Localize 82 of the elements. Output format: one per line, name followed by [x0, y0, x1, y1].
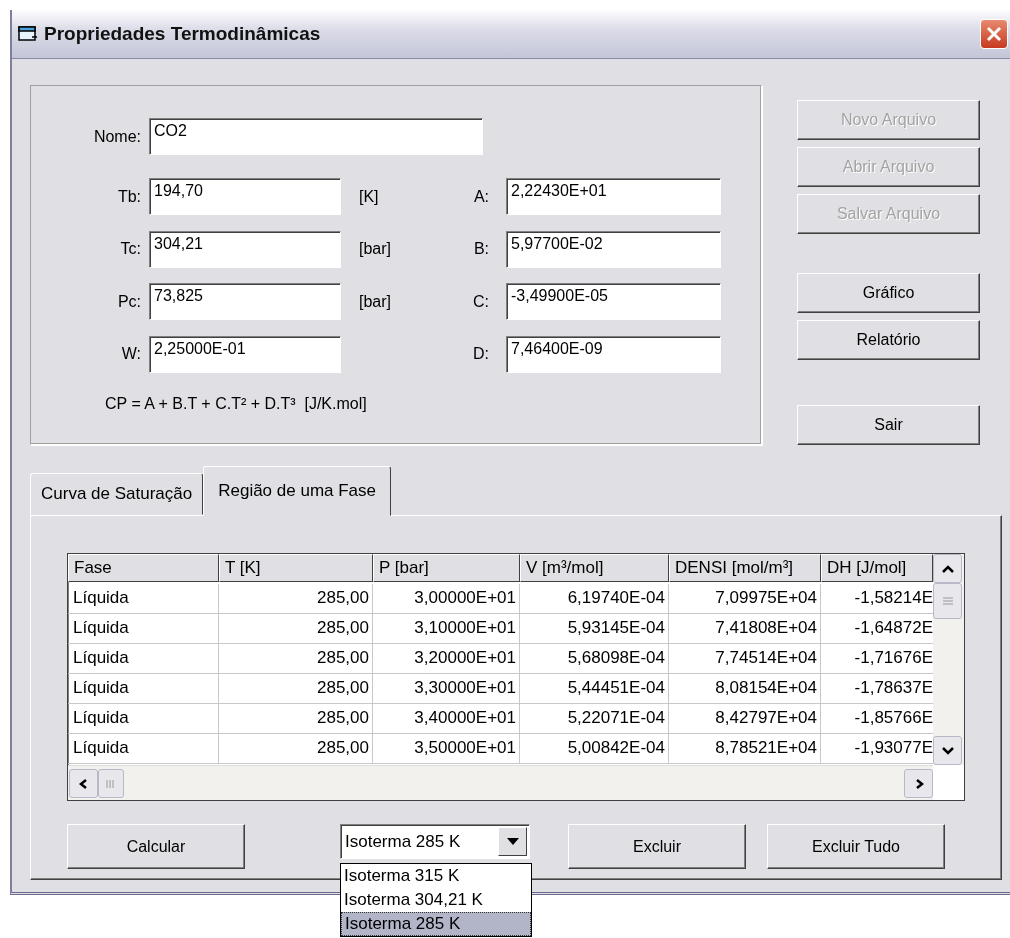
table-cell: 5,68098E-04 [520, 644, 669, 674]
table-cell: 5,22071E-04 [520, 704, 669, 734]
side-button[interactable]: Relatório [797, 320, 980, 360]
table-cell: 8,42797E+04 [669, 704, 821, 734]
delete-button[interactable]: Excluir [568, 824, 746, 869]
isotherm-dropdown[interactable]: Isoterma 285 K [340, 824, 530, 859]
coefficient-field[interactable]: 5,97700E-02 [506, 230, 721, 268]
table-cell: 8,78521E+04 [669, 734, 821, 764]
table-cell: 7,09975E+04 [669, 584, 821, 614]
value-field[interactable]: 304,21 [149, 230, 341, 268]
table-cell: Líquida [68, 584, 219, 614]
dropdown-option[interactable]: Isoterma 315 K [341, 864, 531, 888]
field-label: W: [120, 345, 141, 363]
unit-label: [K] [359, 187, 380, 206]
formula-text: CP = A + B.T + C.T² + D.T³ [J/K.mol] [105, 394, 368, 413]
field-label: Tc: [119, 240, 141, 258]
table-cell: 3,10000E+01 [373, 614, 520, 644]
scroll-thumb[interactable] [98, 769, 124, 798]
name-label: Nome: [92, 127, 141, 146]
coefficient-label: B: [472, 240, 489, 258]
tab[interactable]: Região de uma Fase [203, 466, 392, 516]
window-icon [18, 25, 38, 43]
table-cell: 5,00842E-04 [520, 734, 669, 764]
window-title: Propriedades Termodinâmicas [44, 23, 322, 45]
name-field[interactable]: CO2 [149, 118, 483, 155]
scroll-down-icon[interactable] [933, 736, 962, 765]
coefficient-field[interactable]: 7,46400E-09 [506, 335, 721, 373]
delete-all-button[interactable]: Excluir Tudo [767, 824, 945, 869]
side-button[interactable]: Gráfico [797, 273, 980, 313]
table-cell: 6,19740E-04 [520, 584, 669, 614]
table-cell: 285,00 [219, 614, 373, 644]
dropdown-option[interactable]: Isoterma 304,21 K [341, 888, 531, 912]
calculate-button[interactable]: Calcular [67, 824, 245, 869]
vertical-scrollbar[interactable] [933, 554, 964, 765]
table-cell: 3,00000E+01 [373, 584, 520, 614]
coefficient-field[interactable]: -3,49900E-05 [506, 283, 721, 320]
table-cell: Líquida [68, 734, 219, 764]
column-header[interactable]: DH [J/mol] [821, 554, 933, 582]
column-header[interactable]: DENSI [mol/m³] [669, 554, 821, 582]
close-button[interactable] [980, 19, 1008, 49]
horizontal-scrollbar[interactable] [68, 765, 933, 800]
close-icon [985, 25, 1003, 43]
table-cell: 3,40000E+01 [373, 704, 520, 734]
value-field[interactable]: 194,70 [149, 178, 341, 215]
field-label: Tb: [116, 187, 141, 206]
unit-label: [bar] [359, 240, 392, 258]
value-field[interactable]: 73,825 [149, 283, 341, 320]
table-cell: 8,08154E+04 [669, 674, 821, 704]
table-cell: 285,00 [219, 644, 373, 674]
table-cell: 7,74514E+04 [669, 644, 821, 674]
table-cell: 3,30000E+01 [373, 674, 520, 704]
table-cell: Líquida [68, 704, 219, 734]
column-header[interactable]: Fase [68, 554, 219, 582]
scroll-right-icon[interactable] [904, 769, 933, 798]
table-cell: Líquida [68, 644, 219, 674]
dropdown-option[interactable]: Isoterma 285 K [341, 912, 531, 936]
table-cell: 7,41808E+04 [669, 614, 821, 644]
table-cell: Líquida [68, 614, 219, 644]
column-header[interactable]: P [bar] [373, 554, 520, 582]
value-field[interactable]: 2,25000E-01 [149, 335, 341, 373]
table-cell: 285,00 [219, 704, 373, 734]
scroll-left-icon[interactable] [69, 769, 98, 798]
unit-label: [bar] [359, 292, 392, 311]
column-header[interactable]: V [m³/mol] [520, 554, 669, 582]
scroll-thumb[interactable] [933, 583, 962, 619]
table-cell: 3,20000E+01 [373, 644, 520, 674]
column-header[interactable]: T [K] [219, 554, 373, 582]
table-cell: 5,44451E-04 [520, 674, 669, 704]
table-cell: 5,93145E-04 [520, 614, 669, 644]
table-cell: 285,00 [219, 674, 373, 704]
tab[interactable]: Curva de Saturação [30, 473, 204, 515]
table-cell: Líquida [68, 674, 219, 704]
coefficient-field[interactable]: 2,22430E+01 [506, 178, 721, 215]
coefficient-label: C: [472, 292, 489, 311]
table-cell: 3,50000E+01 [373, 734, 520, 764]
coefficient-label: D: [472, 345, 489, 363]
scroll-up-icon[interactable] [933, 554, 962, 583]
side-button[interactable]: Sair [797, 405, 980, 445]
table-cell: 285,00 [219, 734, 373, 764]
table-cell: 285,00 [219, 584, 373, 614]
coefficient-label: A: [472, 187, 489, 206]
field-label: Pc: [116, 292, 141, 311]
